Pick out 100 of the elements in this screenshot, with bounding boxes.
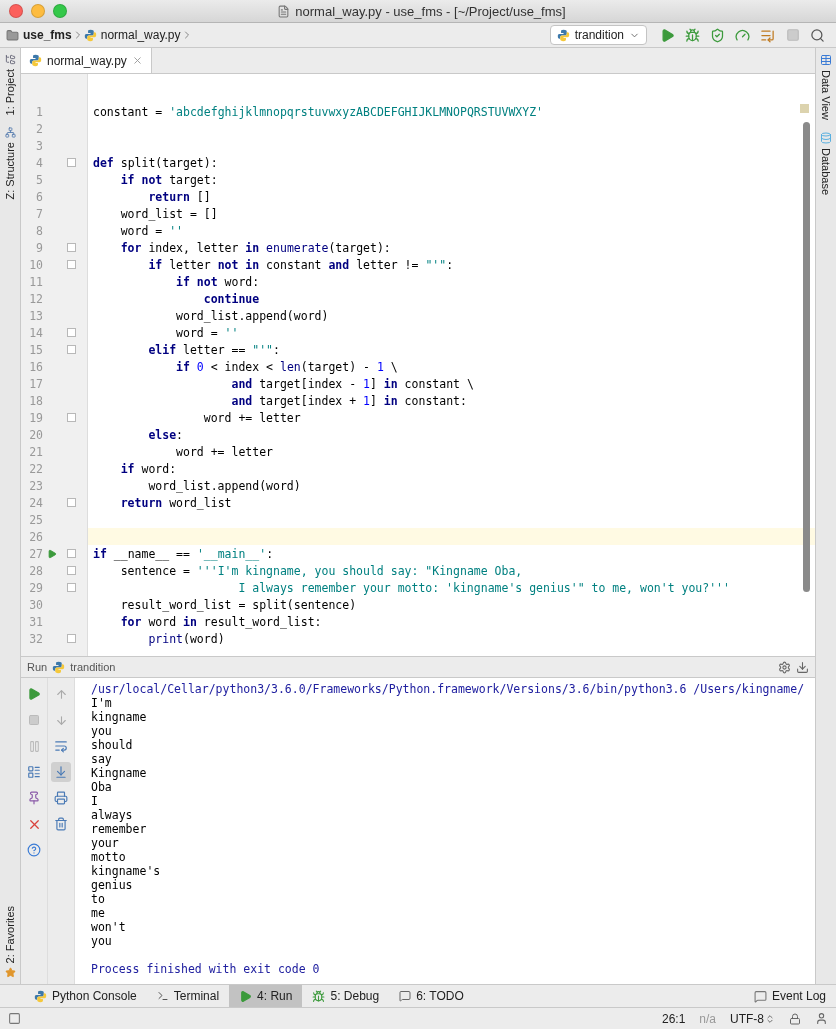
- tool-window-tab[interactable]: 2: Favorites: [0, 905, 20, 978]
- code-line: and target[index + 1] in constant:: [230, 393, 467, 408]
- fold-marker[interactable]: [66, 498, 76, 507]
- settings-icon[interactable]: [778, 660, 791, 674]
- editor-tab[interactable]: normal_way.py: [21, 48, 152, 73]
- code-line: if not target:: [119, 172, 218, 187]
- code-line: sentence = '''I'm kingname, you should say: "Kingname Oba,: [119, 563, 523, 578]
- soft-wrap-icon[interactable]: [54, 739, 68, 753]
- tool-window-tab[interactable]: Database: [816, 131, 836, 196]
- line-number: 30: [28, 597, 43, 612]
- bug-icon: [312, 989, 326, 1003]
- python-icon: [83, 28, 97, 42]
- hide-icon[interactable]: [796, 660, 809, 674]
- breadcrumb[interactable]: use_fms: [6, 28, 72, 42]
- encoding[interactable]: UTF-8: [730, 1011, 764, 1026]
- line-number: 14: [28, 325, 43, 340]
- close-icon[interactable]: [131, 55, 143, 66]
- tool-window-tab[interactable]: Z: Structure: [0, 127, 20, 200]
- fold-marker[interactable]: [66, 413, 76, 422]
- code-line: word_list.append(word): [175, 308, 329, 323]
- line-number: 2: [35, 121, 43, 136]
- line-number: 24: [28, 495, 43, 510]
- line-number: 5: [35, 172, 43, 187]
- fold-marker[interactable]: [66, 328, 76, 337]
- event-log-button[interactable]: Event Log: [743, 985, 836, 1007]
- file-icon: [277, 4, 291, 18]
- todo-icon: [399, 990, 412, 1002]
- line-number: 15: [28, 342, 43, 357]
- output-line: won't: [91, 920, 127, 934]
- code-line: return []: [147, 189, 211, 204]
- scroll-to-end-button[interactable]: [51, 762, 71, 782]
- pin-icon[interactable]: [27, 791, 41, 805]
- code-line: continue: [202, 291, 260, 306]
- rerun-icon[interactable]: [27, 687, 41, 701]
- run-config-name: trandition: [70, 661, 116, 673]
- minimize-window-button[interactable]: [31, 4, 45, 18]
- line-number: 8: [35, 223, 43, 238]
- code-line: word = '': [119, 223, 184, 238]
- tool-window-button[interactable]: 6: TODO: [389, 985, 474, 1007]
- folder-icon: [6, 28, 19, 42]
- output-line: you: [91, 724, 113, 738]
- cursor-position[interactable]: 26:1: [661, 1011, 686, 1026]
- line-number: 23: [28, 478, 43, 493]
- fold-marker[interactable]: [66, 260, 76, 269]
- line-number: 16: [28, 359, 43, 374]
- output-line: genius: [91, 878, 134, 892]
- run-gutter-icon[interactable]: [47, 548, 57, 559]
- fold-marker[interactable]: [66, 583, 76, 592]
- fold-marker[interactable]: [66, 158, 76, 167]
- line-number: 20: [28, 427, 43, 442]
- tool-window-button[interactable]: 5: Debug: [302, 985, 390, 1007]
- code-line: word_list.append(word): [147, 478, 301, 493]
- down-arrow-icon[interactable]: [54, 713, 68, 727]
- fold-marker[interactable]: [66, 345, 76, 354]
- help-icon[interactable]: [27, 843, 41, 857]
- line-number: 25: [28, 512, 43, 527]
- scrollbar[interactable]: [803, 122, 810, 592]
- fold-marker[interactable]: [66, 566, 76, 575]
- fold-marker[interactable]: [66, 549, 76, 558]
- code-line: def split(target):: [92, 155, 218, 170]
- database-icon: [820, 131, 832, 144]
- output-line: you: [91, 934, 113, 948]
- code-line: if 0 < index < len(target) - 1 \: [175, 359, 398, 374]
- line-number: 13: [28, 308, 43, 323]
- code-line: for index, letter in enumerate(target):: [119, 240, 391, 255]
- line-number: 19: [28, 410, 43, 425]
- line-number: 11: [28, 274, 43, 289]
- up-arrow-icon[interactable]: [54, 687, 68, 701]
- line-number: 32: [28, 631, 43, 646]
- tool-window-tab[interactable]: Data View: [816, 54, 836, 120]
- exit-message: Process finished with exit code 0: [91, 962, 321, 976]
- close-window-button[interactable]: [9, 4, 23, 18]
- output-line: kingname's: [91, 864, 162, 878]
- line-number: 10: [28, 257, 43, 272]
- code-line: I always remember your motto: 'kingname's genius'" to me, won't you?''': [237, 580, 730, 595]
- breadcrumb[interactable]: normal_way.py: [83, 28, 181, 42]
- output-line: I'm: [91, 696, 113, 710]
- code-line: else:: [147, 427, 184, 442]
- run-config-dropdown[interactable]: trandition: [549, 25, 647, 45]
- panel-toggle-icon[interactable]: [8, 1012, 21, 1025]
- code-line: if __name__ == '__main__':: [92, 546, 274, 561]
- zoom-window-button[interactable]: [53, 4, 67, 18]
- inspector-icon[interactable]: [815, 1012, 828, 1025]
- print-icon[interactable]: [54, 791, 68, 805]
- lock-icon[interactable]: [789, 1012, 801, 1025]
- tool-window-tab[interactable]: 1: Project: [0, 54, 20, 116]
- tool-window-button[interactable]: Python Console: [24, 985, 147, 1007]
- fold-marker[interactable]: [66, 243, 76, 252]
- pause-icon[interactable]: [27, 739, 41, 753]
- layout-icon[interactable]: [27, 765, 41, 779]
- updown-icon: [765, 1013, 775, 1024]
- tool-window-button[interactable]: 4: Run: [229, 985, 303, 1007]
- fold-marker[interactable]: [66, 634, 76, 643]
- window-title: normal_way.py - use_fms - [~/Project/use_fms]: [295, 3, 566, 19]
- stop-icon[interactable]: [28, 714, 40, 726]
- python-icon: [52, 660, 66, 674]
- tool-window-button[interactable]: Terminal: [146, 985, 230, 1007]
- trash-icon[interactable]: [54, 817, 68, 831]
- output-line: kingname: [91, 710, 148, 724]
- code-line: for word in result_word_list:: [119, 614, 322, 629]
